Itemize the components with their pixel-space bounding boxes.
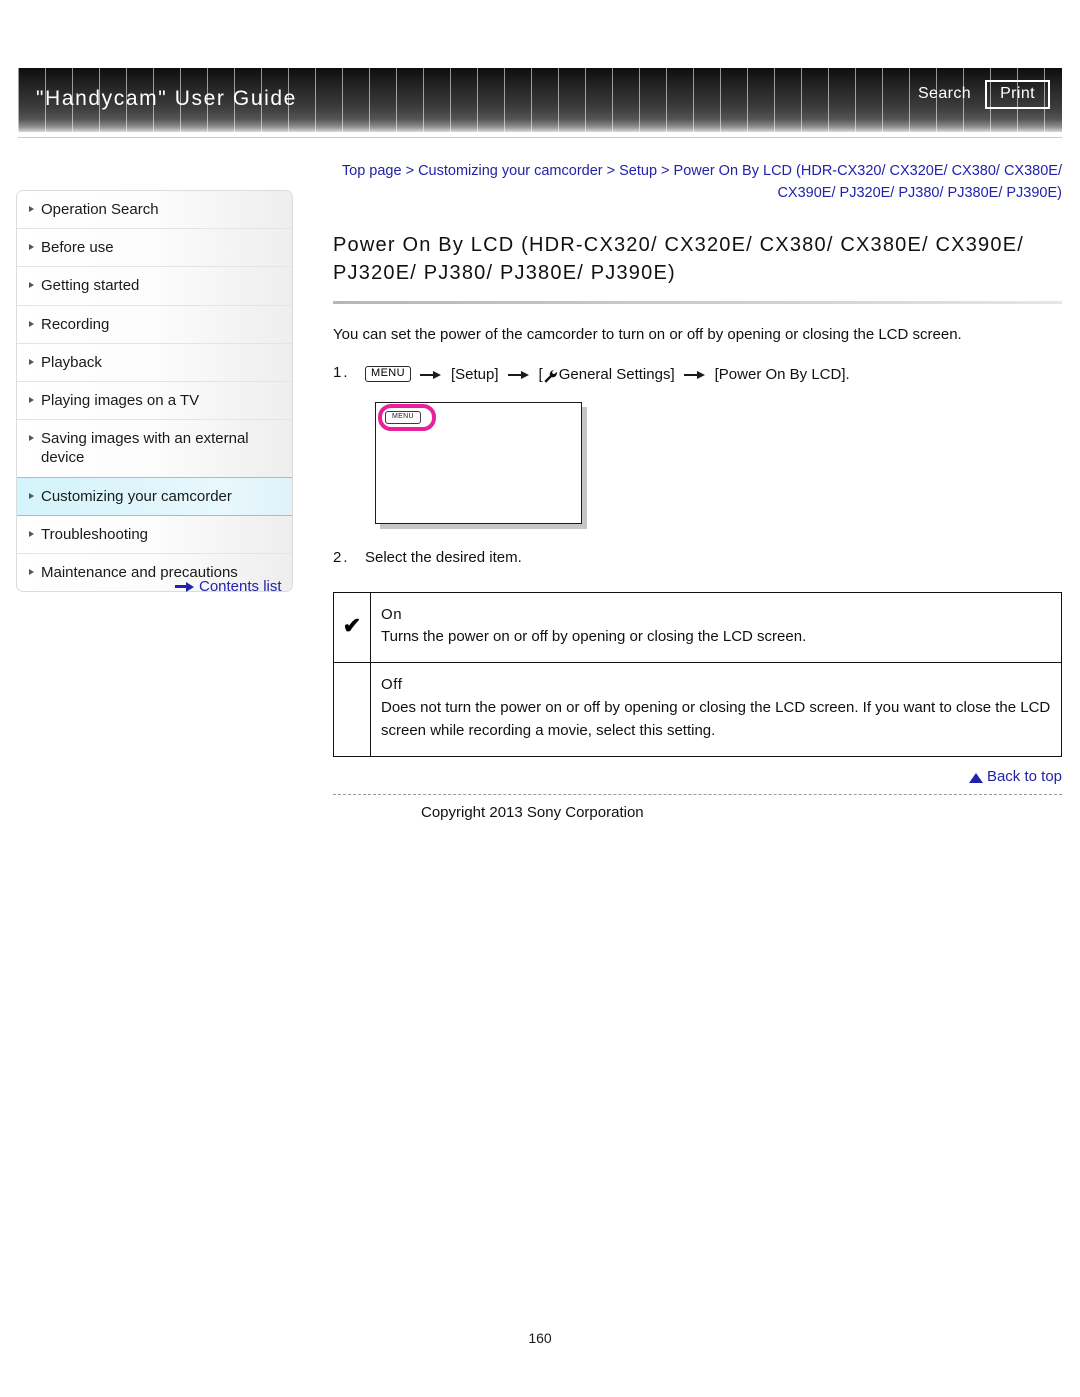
bullet-icon — [29, 568, 34, 575]
header-actions: Search Print — [918, 80, 1050, 109]
sidebar-item-label: Recording — [41, 315, 110, 333]
option-name: On — [381, 605, 403, 623]
arrow-right-icon — [420, 369, 442, 380]
step-1-number: 1. — [333, 363, 350, 381]
option-cell: Off Does not turn the power on or off by… — [370, 662, 1062, 757]
sidebar-item-label: Playback — [41, 353, 102, 371]
site-title: "Handycam" User Guide — [36, 87, 297, 110]
step-2: 2. Select the desired item. — [333, 547, 1062, 570]
lcd-screen-figure: MENU — [375, 402, 587, 530]
arrow-right-icon — [683, 369, 706, 380]
bullet-icon — [29, 244, 34, 251]
main-content: Top page > Customizing your camcorder > … — [333, 160, 1062, 757]
sidebar-item-label: Getting started — [41, 277, 140, 295]
triangle-up-icon — [968, 772, 983, 783]
sidebar-item-label: Saving images with an external device — [41, 430, 249, 467]
back-to-top-link[interactable]: Back to top — [968, 768, 1062, 785]
sidebar-item-label: Customizing your camcorder — [41, 487, 232, 505]
sidebar-item-label: Playing images on a TV — [41, 391, 200, 409]
breadcrumb[interactable]: Top page > Customizing your camcorder > … — [333, 160, 1062, 205]
page-footer: Back to top Copyright 2013 Sony Corporat… — [333, 768, 1062, 828]
sidebar-item-label: Operation Search — [41, 201, 159, 218]
checkmark-icon: ✔ — [342, 612, 362, 638]
bullet-icon — [29, 435, 34, 442]
sidebar-item-playback[interactable]: Playback — [17, 343, 292, 382]
print-button[interactable]: Print — [985, 80, 1050, 109]
table-row: Off Does not turn the power on or off by… — [333, 662, 1062, 757]
option-description: Turns the power on or off by opening or … — [381, 628, 807, 646]
sidebar-item-saving-images-external-device[interactable]: Saving images with an external device — [17, 420, 292, 478]
step-1: 1. MENU [Setup] [ General Settings] [Pow… — [333, 362, 1062, 387]
sidebar-item-customizing-your-camcorder[interactable]: Customizing your camcorder — [17, 476, 292, 516]
header-divider — [18, 137, 1062, 138]
step-1-general-settings-label: General Settings] — [558, 365, 675, 383]
sidebar-item-getting-started[interactable]: Getting started — [17, 267, 292, 306]
sidebar-item-label: Before use — [41, 239, 114, 257]
arrow-right-icon — [507, 369, 530, 380]
bullet-icon — [29, 396, 34, 403]
bullet-icon — [29, 530, 34, 537]
selected-marker-cell — [333, 662, 371, 757]
contents-list-label: Contents list — [199, 578, 282, 595]
search-link[interactable]: Search — [918, 85, 971, 103]
menu-button-icon: MENU — [365, 365, 411, 383]
intro-paragraph: You can set the power of the camcorder t… — [333, 326, 962, 344]
step-1-setup-label: [Setup] — [451, 365, 499, 383]
sidebar-item-troubleshooting[interactable]: Troubleshooting — [17, 515, 292, 554]
site-header: "Handycam" User Guide Search Print — [18, 68, 1062, 132]
bullet-icon — [29, 282, 34, 289]
highlight-ring-annotation — [378, 404, 436, 432]
bullet-icon — [29, 358, 34, 365]
arrow-right-icon — [175, 581, 195, 592]
contents-list-link[interactable]: Contents list — [175, 578, 282, 595]
title-divider — [333, 301, 1062, 305]
selected-marker-cell: ✔ — [333, 591, 371, 664]
step-2-number: 2. — [333, 549, 350, 567]
option-name: Off — [381, 676, 403, 694]
sidebar-item-before-use[interactable]: Before use — [17, 229, 292, 268]
option-description: Does not turn the power on or off by ope… — [381, 699, 1051, 739]
sidebar-nav: Operation Search Before use Getting star… — [16, 190, 293, 593]
sidebar-item-label: Troubleshooting — [41, 525, 149, 543]
step-1-power-on-by-lcd-label: [Power On By LCD]. — [714, 365, 850, 383]
sidebar-item-recording[interactable]: Recording — [17, 305, 292, 344]
page-title: Power On By LCD (HDR-CX320/ CX320E/ CX38… — [333, 233, 1024, 285]
bullet-icon — [29, 206, 34, 212]
copyright-text: Copyright 2013 Sony Corporation — [421, 804, 644, 821]
sidebar-item-operation-search[interactable]: Operation Search — [17, 191, 292, 230]
table-row: ✔ On Turns the power on or off by openin… — [333, 591, 1062, 664]
bullet-icon — [29, 320, 34, 327]
footer-divider — [333, 794, 1062, 795]
options-table: ✔ On Turns the power on or off by openin… — [333, 591, 1062, 757]
back-to-top-label: Back to top — [986, 768, 1062, 785]
step-2-body: Select the desired item. — [365, 549, 522, 567]
bullet-icon — [29, 492, 34, 499]
option-cell: On Turns the power on or off by opening … — [370, 591, 1062, 664]
sidebar-item-playing-images-on-a-tv[interactable]: Playing images on a TV — [17, 381, 292, 421]
page-number: 160 — [528, 1330, 552, 1346]
wrench-icon — [543, 369, 558, 384]
step-1-body: MENU [Setup] [ General Settings] [Power … — [365, 364, 850, 387]
